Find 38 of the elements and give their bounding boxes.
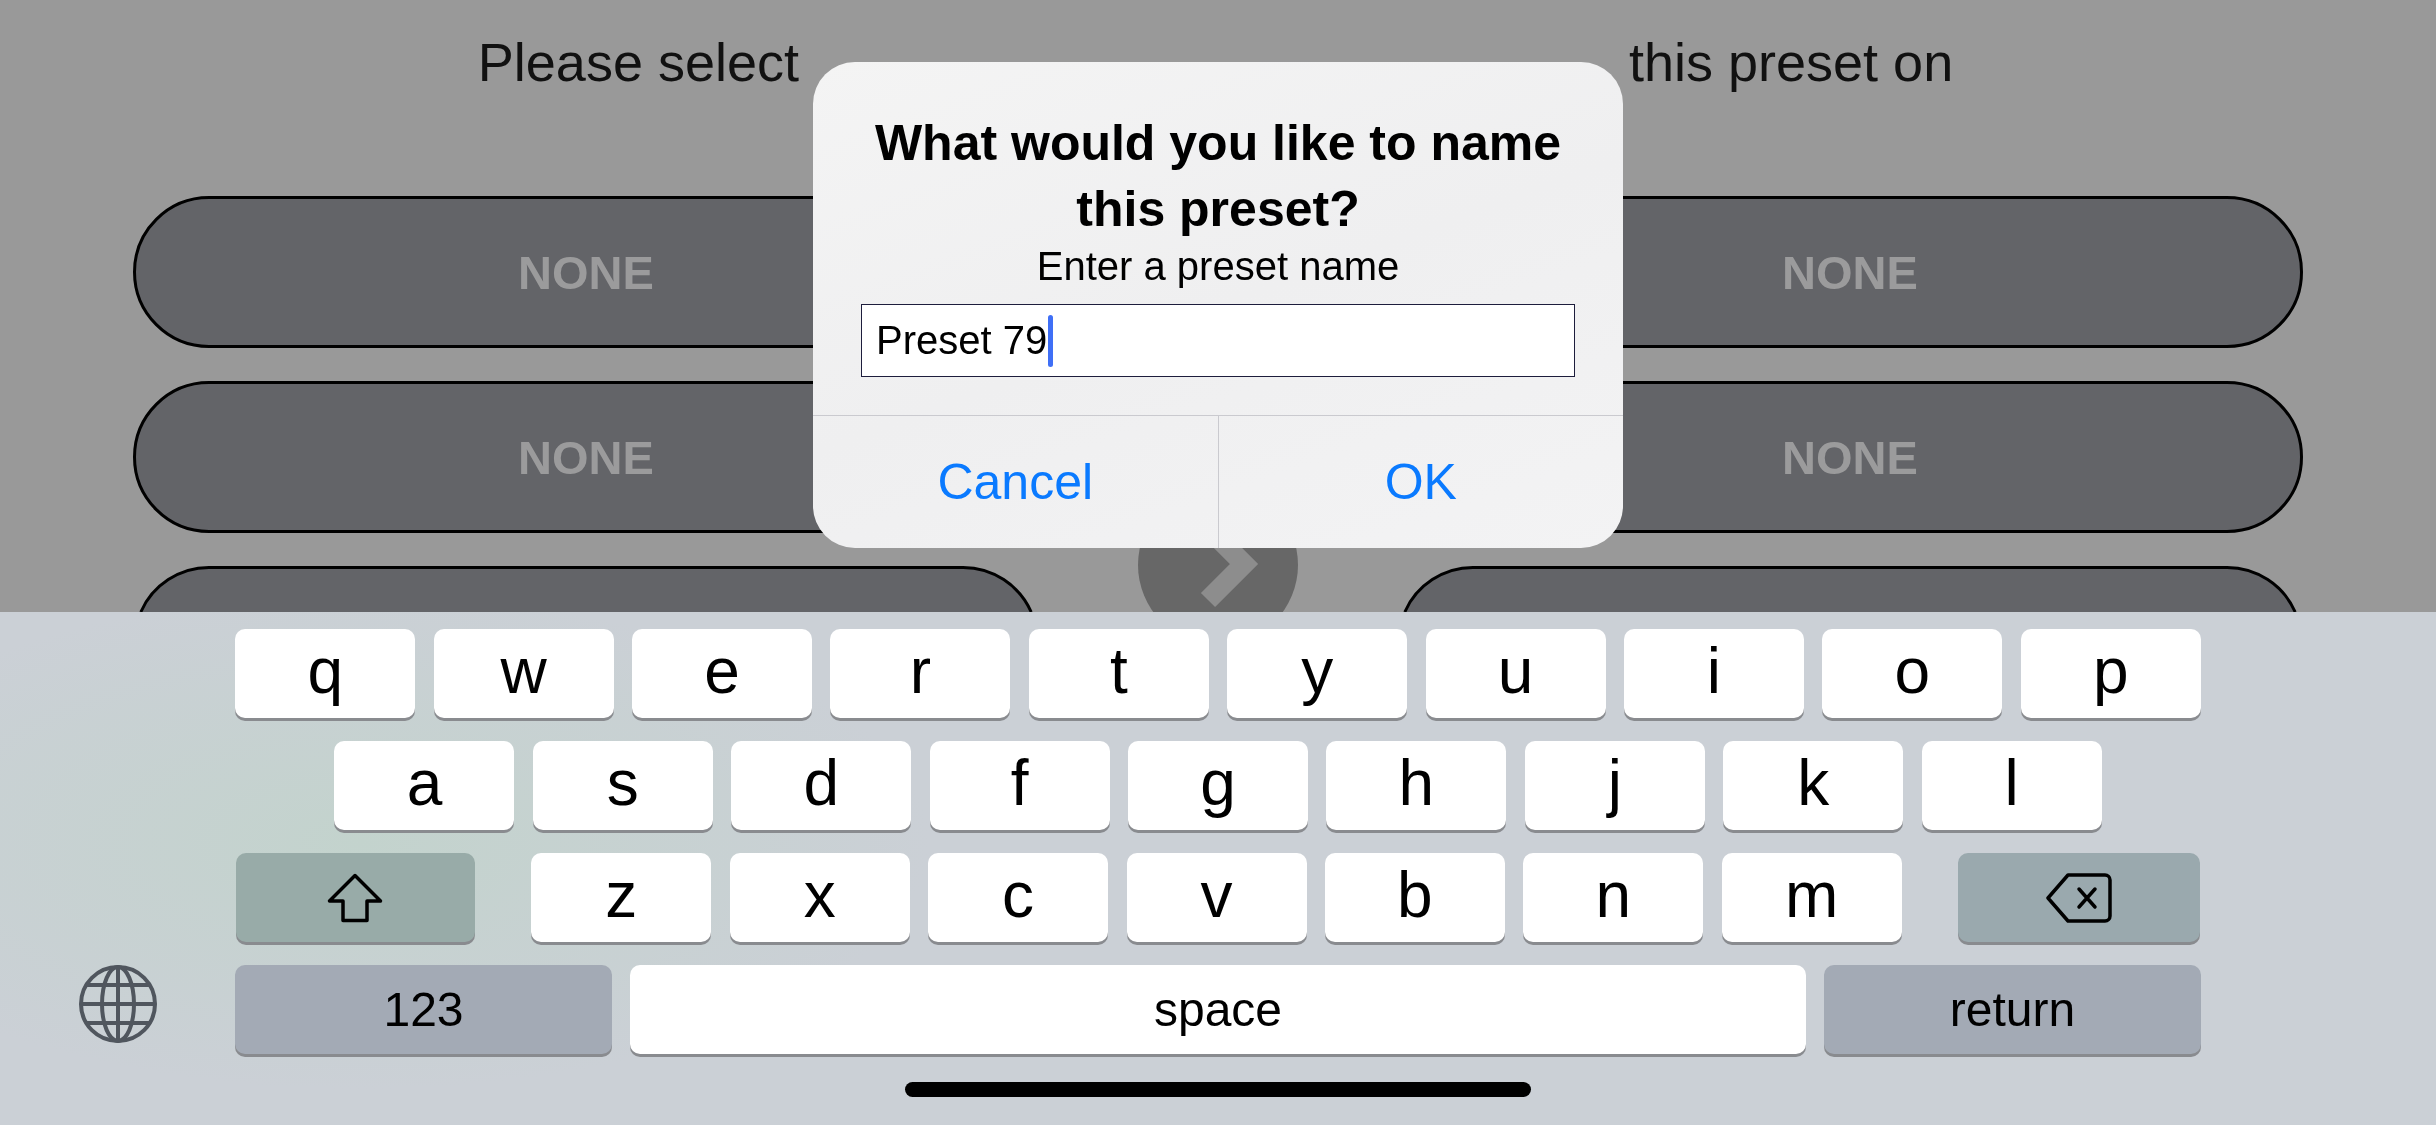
letter-key[interactable]: v [1126,853,1307,942]
letter-key[interactable]: e [632,629,812,718]
letter-key[interactable]: z [531,853,712,942]
letter-key[interactable]: i [1623,629,1804,718]
preset-name-field[interactable]: Preset 79 [861,304,1575,377]
letter-key[interactable]: d [731,741,912,830]
letter-key[interactable]: q [235,629,416,718]
return-key[interactable]: return [1824,965,2201,1054]
letter-key[interactable]: h [1326,741,1507,830]
letter-key[interactable]: s [532,741,713,830]
numbers-key[interactable]: 123 [235,965,612,1054]
letter-key[interactable]: o [1822,629,2003,718]
letter-key[interactable]: a [334,741,515,830]
letter-key[interactable]: u [1425,629,1606,718]
shift-key[interactable] [235,853,475,942]
letter-key[interactable]: t [1028,629,1209,718]
dialog-message: Enter a preset name [1036,243,1400,290]
letter-key[interactable]: b [1324,853,1505,942]
space-bar[interactable]: space [630,965,1806,1054]
letter-key[interactable]: j [1524,741,1705,830]
letter-key[interactable]: l [1921,741,2102,830]
letter-key[interactable]: g [1128,741,1308,830]
instruction-text: Please select [477,31,799,94]
letter-key[interactable]: n [1523,853,1704,942]
delete-icon [2046,872,2113,923]
instruction-text: this preset on [1629,31,1954,94]
letter-key[interactable]: r [830,629,1011,718]
globe-icon[interactable] [78,965,157,1043]
letter-key[interactable]: w [433,629,614,718]
letter-key[interactable]: k [1723,741,1904,830]
letter-key[interactable]: x [729,853,910,942]
ok-button[interactable]: OK [1217,416,1623,548]
letter-key[interactable]: p [2020,629,2201,718]
letter-key[interactable]: c [928,853,1109,942]
delete-key[interactable] [1958,853,2201,942]
letter-key[interactable]: m [1721,853,1902,942]
letter-key[interactable]: f [929,741,1110,830]
letter-key[interactable]: y [1227,629,1408,718]
